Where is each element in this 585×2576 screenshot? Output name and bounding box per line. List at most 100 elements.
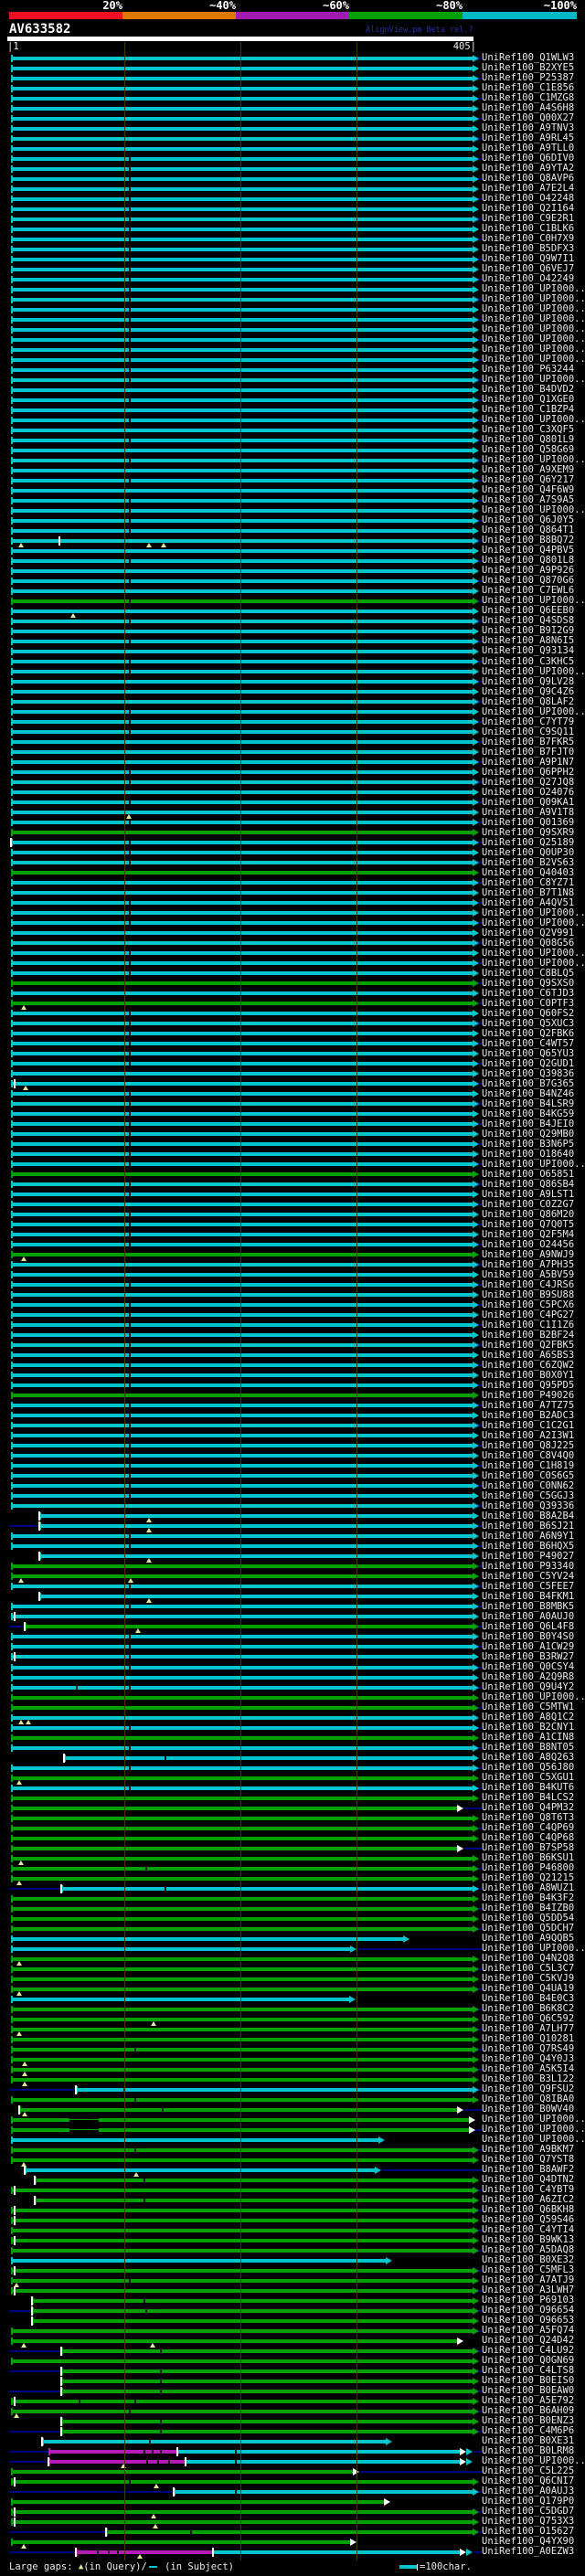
hit-bar[interactable] — [11, 2017, 473, 2021]
hit-bar[interactable] — [11, 770, 473, 775]
hit-bar[interactable] — [48, 2449, 177, 2454]
hit-bar[interactable] — [11, 1243, 473, 1247]
hit-bar[interactable] — [11, 136, 473, 141]
hit-label[interactable]: UniRef100_A0EZW3 — [482, 2547, 574, 2557]
hit-bar[interactable] — [11, 1394, 473, 1398]
hit-bar[interactable] — [11, 1293, 473, 1298]
alignment-row[interactable]: UniRef100_C9SQ11 — [0, 726, 585, 737]
hit-bar[interactable] — [11, 1333, 473, 1338]
hit-bar[interactable] — [11, 710, 473, 715]
hit-label[interactable]: UniRef100_UPI000.. — [482, 706, 585, 717]
hit-bar[interactable] — [11, 2479, 473, 2484]
hit-bar[interactable] — [11, 1172, 473, 1177]
hit-bar[interactable] — [11, 377, 473, 382]
hit-bar[interactable] — [11, 891, 473, 896]
hit-label[interactable]: UniRef100_A9V1T8 — [482, 807, 574, 818]
alignment-row[interactable]: UniRef100_UPI000.. — [0, 666, 585, 677]
hit-bar[interactable] — [11, 2278, 473, 2283]
hit-bar[interactable] — [11, 408, 473, 412]
hit-label[interactable]: UniRef100_A4QV51 — [482, 897, 574, 908]
hit-bar[interactable] — [11, 247, 473, 251]
hit-bar[interactable] — [11, 267, 473, 271]
hit-bar[interactable] — [11, 1946, 350, 1951]
hit-bar[interactable] — [11, 670, 473, 673]
alignment-row[interactable]: UniRef100_UPI000.. — [0, 907, 585, 918]
alignment-row[interactable]: UniRef100_Q08G56 — [0, 938, 585, 949]
hit-bar[interactable] — [11, 2328, 473, 2333]
hit-bar[interactable] — [11, 1685, 473, 1690]
hit-bar[interactable] — [11, 458, 473, 462]
hit-label[interactable]: UniRef100_C7YT79 — [482, 716, 574, 727]
alignment-row[interactable]: UniRef100_Q9C4Z6 — [0, 686, 585, 697]
hit-label[interactable]: UniRef100_UPI000.. — [482, 948, 585, 959]
alignment-row[interactable]: UniRef100_Q6PPH2 — [0, 767, 585, 778]
hit-bar[interactable] — [11, 931, 473, 936]
hit-bar[interactable] — [11, 1373, 473, 1378]
alignment-row[interactable]: UniRef100_UPI000.. — [0, 948, 585, 959]
hit-bar[interactable] — [11, 750, 473, 755]
hit-bar[interactable] — [11, 1856, 473, 1860]
hit-label[interactable]: UniRef100_Q27JQ8 — [482, 777, 574, 788]
hit-bar[interactable] — [11, 1082, 473, 1087]
hit-bar[interactable] — [11, 468, 473, 472]
alignment-row[interactable]: UniRef100_C3KHC5 — [0, 656, 585, 667]
hit-bar[interactable] — [11, 538, 473, 543]
hit-bar[interactable] — [11, 680, 473, 684]
hit-bar[interactable] — [11, 207, 473, 211]
hit-bar[interactable] — [11, 1323, 473, 1328]
hit-bar[interactable] — [11, 1715, 473, 1720]
hit-label[interactable]: UniRef100_Q08G56 — [482, 938, 574, 949]
hit-bar[interactable] — [11, 841, 473, 845]
hit-bar[interactable] — [11, 1022, 473, 1026]
hit-bar[interactable] — [11, 911, 473, 916]
hit-bar[interactable] — [11, 1464, 473, 1468]
alignment-row[interactable]: UniRef100_Q09KA1 — [0, 797, 585, 808]
alignment-row[interactable]: UniRef100_Q9LV28 — [0, 676, 585, 687]
hit-label[interactable]: UniRef100_Q01369 — [482, 817, 574, 828]
hit-bar[interactable] — [39, 1514, 473, 1519]
hit-bar[interactable] — [11, 1866, 473, 1871]
hit-bar[interactable] — [11, 237, 473, 241]
hit-bar[interactable] — [11, 146, 473, 151]
hit-label[interactable]: UniRef100_Q93134 — [482, 646, 574, 656]
hit-bar[interactable] — [11, 186, 473, 191]
alignment-row[interactable]: UniRef100_Q0UP30 — [0, 847, 585, 858]
hit-bar[interactable] — [11, 508, 473, 513]
hit-bar[interactable] — [11, 2188, 473, 2192]
hit-bar[interactable] — [11, 1142, 473, 1147]
hit-bar[interactable] — [11, 1665, 473, 1670]
hit-bar[interactable] — [11, 1494, 473, 1499]
hit-bar[interactable] — [61, 2348, 473, 2353]
alignment-row[interactable]: UniRef100_B7FJT0 — [0, 747, 585, 758]
hit-bar[interactable] — [11, 921, 473, 926]
hit-bar[interactable] — [11, 387, 473, 392]
hit-bar[interactable] — [11, 1956, 473, 1961]
hit-bar[interactable] — [11, 1745, 473, 1750]
hit-bar[interactable] — [11, 1705, 473, 1710]
hit-label[interactable]: UniRef100_C9SQ11 — [482, 726, 574, 737]
hit-bar[interactable] — [11, 730, 473, 735]
hit-label[interactable]: UniRef100_C8BLQ5 — [482, 968, 574, 979]
hit-bar[interactable] — [11, 1876, 473, 1881]
hit-bar[interactable] — [61, 2389, 473, 2393]
hit-bar[interactable] — [11, 1313, 473, 1318]
hit-bar[interactable] — [11, 1936, 403, 1941]
hit-bar[interactable] — [32, 2318, 473, 2323]
hit-bar[interactable] — [11, 1132, 473, 1137]
hit-bar[interactable] — [25, 1625, 473, 1629]
alignment-row[interactable]: UniRef100_C0PTF3 — [0, 998, 585, 1011]
hit-label[interactable]: UniRef100_UPI000.. — [482, 907, 585, 918]
hit-bar[interactable] — [11, 1977, 473, 1981]
hit-bar[interactable] — [11, 961, 473, 966]
hit-label[interactable]: UniRef100_Q9SXS0 — [482, 978, 574, 989]
hit-bar[interactable] — [11, 1062, 473, 1066]
hit-bar[interactable] — [11, 831, 473, 835]
hit-bar[interactable] — [11, 548, 473, 553]
hit-label[interactable]: UniRef100_B7FKR5 — [482, 737, 574, 747]
hit-bar[interactable] — [11, 367, 473, 372]
hit-bar[interactable] — [11, 991, 473, 996]
hit-bar[interactable] — [61, 2369, 473, 2373]
hit-bar[interactable] — [11, 1896, 473, 1901]
hit-bar[interactable] — [11, 1836, 473, 1840]
hit-bar[interactable] — [11, 2238, 473, 2242]
